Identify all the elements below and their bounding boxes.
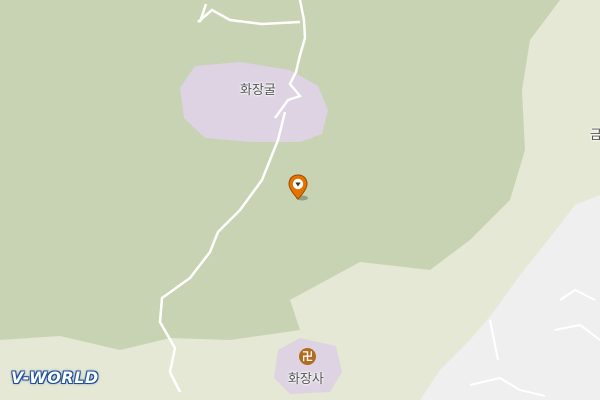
map-view[interactable]: 화장굴 卍 화장사 금 V-WORLD: [0, 0, 600, 400]
location-pin-icon[interactable]: [287, 174, 311, 206]
cave-label[interactable]: 화장굴: [240, 79, 276, 98]
brand-logo: V-WORLD: [11, 368, 99, 387]
temple-label[interactable]: 화장사: [288, 368, 324, 387]
buddhist-temple-icon[interactable]: 卍: [299, 348, 316, 365]
edge-place-label: 금: [590, 128, 600, 143]
